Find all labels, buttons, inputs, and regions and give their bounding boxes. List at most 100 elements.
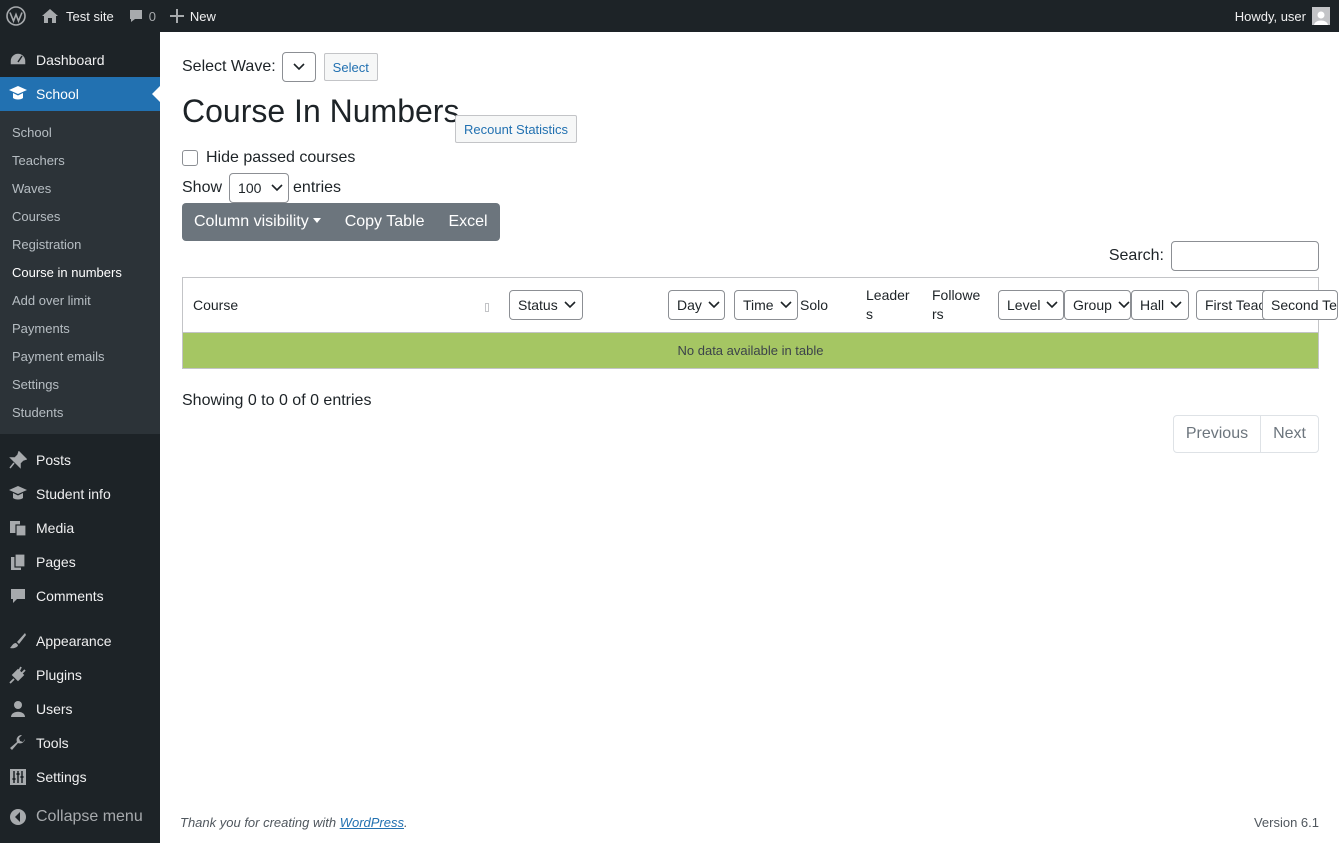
menu-appearance[interactable]: Appearance [0, 624, 160, 658]
site-name-link[interactable]: Test site [34, 0, 121, 32]
column-header-time[interactable]: Time [734, 278, 798, 332]
day-filter[interactable]: Day [668, 290, 725, 320]
group-filter-label: Group [1073, 297, 1112, 313]
show-label: Show [182, 179, 223, 196]
wave-select[interactable] [281, 52, 316, 82]
menu-posts[interactable]: Posts [0, 443, 160, 477]
menu-settings-label: Settings [36, 769, 87, 785]
recount-statistics-button[interactable]: Recount Statistics [455, 115, 578, 143]
submenu-settings[interactable]: Settings [0, 370, 160, 398]
submenu-students[interactable]: Students [0, 398, 160, 426]
menu-tools-label: Tools [36, 735, 69, 751]
chevron-down-icon [271, 184, 283, 192]
admin-bar: Test site 0 New Howdy, user [0, 0, 1339, 32]
menu-pages[interactable]: Pages [0, 545, 160, 579]
menu-comments[interactable]: Comments [0, 579, 160, 613]
submenu-add-over-limit[interactable]: Add over limit [0, 286, 160, 314]
submenu-course-in-numbers[interactable]: Course in numbers [0, 258, 160, 286]
hide-passed-row: Hide passed courses [182, 149, 355, 167]
page-title: Course In Numbers [182, 93, 460, 129]
hide-passed-checkbox[interactable] [182, 150, 198, 166]
previous-page-button[interactable]: Previous [1174, 416, 1260, 452]
chevron-down-icon [564, 301, 576, 309]
entries-length-value: 100 [238, 180, 262, 196]
column-header-solo[interactable]: Solo [800, 278, 828, 332]
table-info: Showing 0 to 0 of 0 entries [182, 392, 372, 409]
new-content-link[interactable]: New [163, 0, 223, 32]
avatar [1312, 7, 1330, 25]
menu-dashboard-label: Dashboard [36, 52, 105, 68]
menu-school-label: School [36, 86, 79, 102]
column-header-level[interactable]: Level [998, 278, 1064, 332]
footer-period: . [404, 815, 408, 830]
column-header-second-teacher[interactable]: Second Teacher [1262, 278, 1338, 332]
next-page-button[interactable]: Next [1260, 416, 1318, 452]
caret-down-icon [312, 217, 321, 223]
wrench-icon [8, 733, 28, 753]
status-filter[interactable]: Status [509, 290, 583, 320]
submenu-courses[interactable]: Courses [0, 202, 160, 230]
media-icon [8, 518, 28, 538]
group-filter[interactable]: Group [1064, 290, 1131, 320]
time-filter[interactable]: Time [734, 290, 798, 320]
menu-student-info[interactable]: Student info [0, 477, 160, 511]
first-teacher-filter[interactable]: First Teacher [1196, 290, 1268, 320]
collapse-menu-button[interactable]: Collapse menu [0, 800, 160, 834]
my-account-link[interactable]: Howdy, user [1228, 0, 1339, 32]
plugin-icon [8, 665, 28, 685]
column-header-leaders[interactable]: Leader s [866, 278, 912, 332]
column-header-first-teacher[interactable]: First Teacher [1196, 278, 1268, 332]
menu-school[interactable]: School [0, 77, 160, 111]
new-label: New [189, 8, 216, 24]
submenu-registration[interactable]: Registration [0, 230, 160, 258]
second-teacher-filter[interactable]: Second Teacher [1262, 290, 1338, 320]
menu-plugins[interactable]: Plugins [0, 658, 160, 692]
excel-export-button[interactable]: Excel [436, 203, 499, 241]
select-wave-button[interactable]: Select [323, 53, 378, 81]
sort-icon [485, 303, 489, 312]
wave-label: Select Wave: [182, 58, 276, 75]
comment-bubble-icon [128, 8, 144, 24]
chevron-down-icon [708, 301, 720, 309]
time-filter-label: Time [743, 297, 774, 313]
menu-tools[interactable]: Tools [0, 726, 160, 760]
chevron-down-icon [1046, 301, 1059, 309]
hall-filter[interactable]: Hall [1131, 290, 1189, 320]
submenu-payments[interactable]: Payments [0, 314, 160, 342]
submenu-waves[interactable]: Waves [0, 174, 160, 202]
entries-length-select[interactable]: 100 [229, 173, 290, 203]
submenu-school[interactable]: School [0, 118, 160, 146]
menu-media[interactable]: Media [0, 511, 160, 545]
footer-version: Version 6.1 [1253, 815, 1319, 830]
search-input[interactable] [1171, 241, 1319, 271]
hide-passed-label: Hide passed courses [206, 149, 356, 166]
menu-media-label: Media [36, 520, 75, 536]
menu-users-label: Users [36, 701, 73, 717]
level-filter[interactable]: Level [998, 290, 1064, 320]
pages-icon [8, 552, 28, 572]
column-header-day[interactable]: Day [668, 278, 725, 332]
column-header-followers[interactable]: Followe rs [932, 278, 980, 332]
column-header-hall[interactable]: Hall [1131, 278, 1189, 332]
entries-label: entries [293, 179, 342, 196]
settings-sliders-icon [8, 767, 28, 787]
wordpress-logo-icon[interactable] [0, 0, 34, 32]
table-header: Course Status Day Time Solo Leader s Fol… [182, 277, 1338, 333]
graduation-cap-icon [8, 484, 28, 504]
column-visibility-button[interactable]: Column visibility [182, 203, 333, 241]
copy-table-button[interactable]: Copy Table [333, 203, 437, 241]
menu-users[interactable]: Users [0, 692, 160, 726]
menu-settings[interactable]: Settings [0, 760, 160, 794]
level-filter-label: Level [1007, 297, 1041, 313]
wordpress-link[interactable]: WordPress [340, 815, 404, 830]
column-header-status[interactable]: Status [509, 278, 583, 332]
comments-link[interactable]: 0 [121, 0, 163, 32]
menu-dashboard[interactable]: Dashboard [0, 43, 160, 77]
menu-comments-label: Comments [36, 588, 104, 604]
footer-thanks: Thank you for creating with WordPress. [180, 815, 408, 830]
column-header-course[interactable]: Course [193, 278, 238, 332]
graduation-cap-icon [8, 84, 28, 104]
submenu-payment-emails[interactable]: Payment emails [0, 342, 160, 370]
submenu-teachers[interactable]: Teachers [0, 146, 160, 174]
column-header-group[interactable]: Group [1064, 278, 1131, 332]
